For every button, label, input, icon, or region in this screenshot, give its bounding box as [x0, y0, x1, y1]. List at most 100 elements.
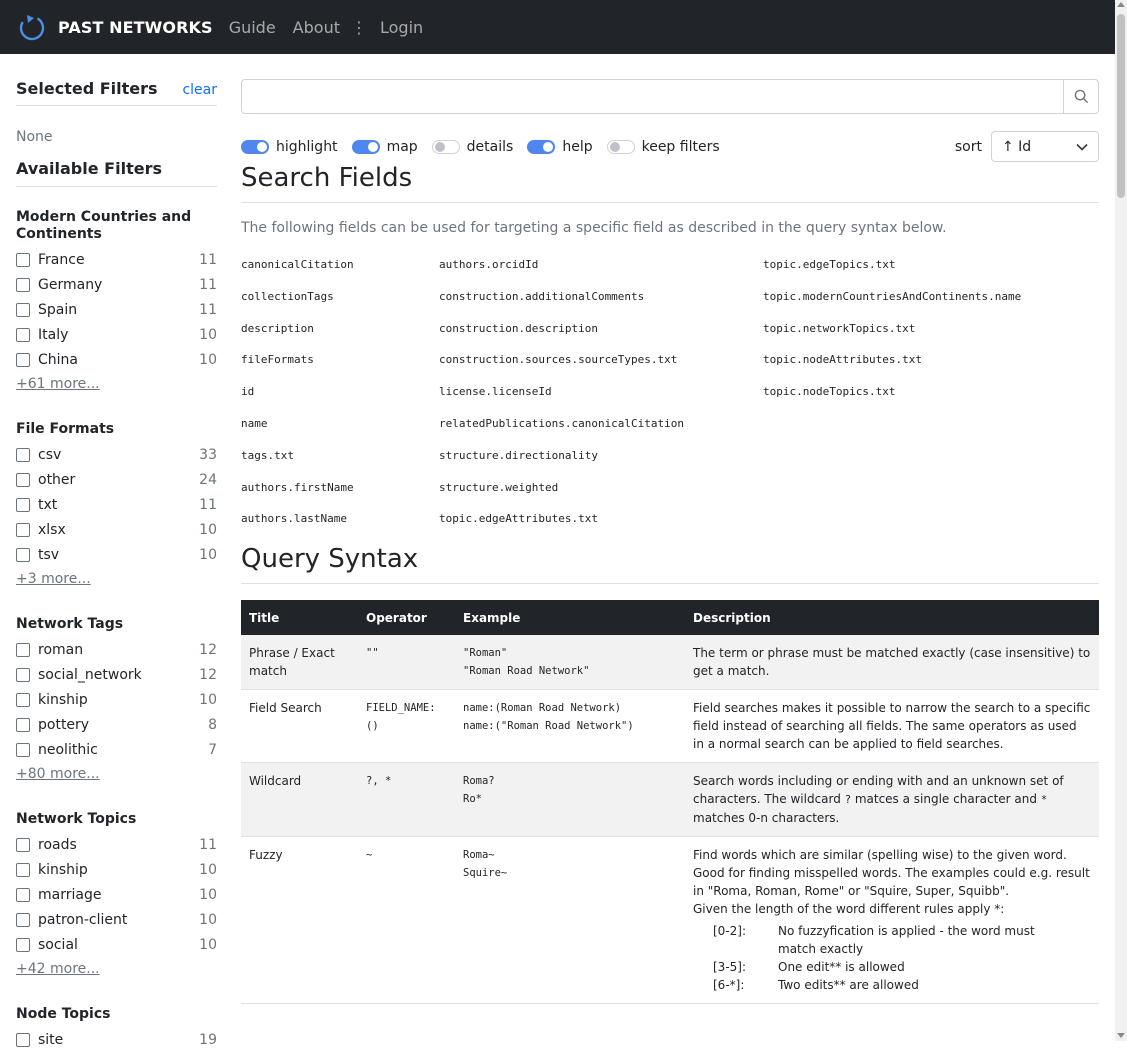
filter-option[interactable]: social 10: [16, 932, 217, 957]
show-more-link[interactable]: +42 more...: [16, 957, 217, 982]
clear-filters-link[interactable]: clear: [182, 82, 217, 98]
filter-checkbox[interactable]: [16, 1032, 30, 1047]
toggle-map[interactable]: map: [351, 139, 418, 155]
filter-option[interactable]: China 10: [16, 347, 217, 372]
search-field-name: authors.lastName: [241, 512, 347, 526]
toggle-switch[interactable]: [241, 139, 269, 154]
filter-checkbox[interactable]: [16, 692, 30, 707]
query-syntax-table: Title Operator Example Description Phras…: [241, 600, 1099, 1005]
search-field-name: topic.nodeTopics.txt: [763, 385, 896, 399]
search-field-name: topic.nodeAttributes.txt: [763, 353, 922, 367]
show-more-link[interactable]: +61 more...: [16, 372, 217, 397]
filter-checkbox[interactable]: [16, 642, 30, 657]
search-bar: [241, 79, 1099, 114]
syntax-operator: FIELD_NAME:(): [358, 689, 455, 764]
filter-option[interactable]: other 24: [16, 467, 217, 492]
toggle-switch[interactable]: [431, 139, 460, 154]
sort-select[interactable]: ↑ Id: [991, 131, 1099, 162]
search-field-name: topic.modernCountriesAndContinents.name: [763, 289, 1022, 303]
table-row: Field Search FIELD_NAME:() name:(Roman Roa…: [241, 689, 1099, 764]
syntax-example-line: Roma~: [463, 849, 495, 862]
show-more-link[interactable]: +80 more...: [16, 762, 217, 787]
filter-option-count: 11: [199, 496, 217, 513]
syntax-title: Phrase / Exact match: [241, 635, 358, 691]
brand-name[interactable]: PAST NETWORKS: [58, 18, 213, 37]
filter-checkbox[interactable]: [16, 522, 30, 537]
selected-filters-title: Selected Filters: [16, 79, 158, 98]
description-text: Field searches makes it possible to narr…: [693, 701, 1091, 752]
filter-checkbox[interactable]: [16, 252, 30, 267]
filter-checkbox[interactable]: [16, 472, 30, 487]
filter-checkbox[interactable]: [16, 277, 30, 292]
nav-login-link[interactable]: Login: [380, 18, 423, 37]
filter-checkbox[interactable]: [16, 352, 30, 367]
filter-option[interactable]: site 19: [16, 1027, 217, 1052]
scroll-down-arrow-icon[interactable]: [1117, 1033, 1125, 1038]
sort-label: sort: [954, 138, 982, 155]
filter-checkbox[interactable]: [16, 912, 30, 927]
search-field-name: construction.description: [439, 321, 598, 335]
syntax-description: Search words including or ending with an…: [685, 762, 1099, 838]
filter-option[interactable]: Spain 11: [16, 297, 217, 322]
filter-option[interactable]: social_network 12: [16, 662, 217, 687]
filter-checkbox[interactable]: [16, 447, 30, 462]
filter-checkbox[interactable]: [16, 497, 30, 512]
filter-checkbox[interactable]: [16, 302, 30, 317]
filter-option[interactable]: xlsx 10: [16, 517, 217, 542]
search-button[interactable]: [1063, 79, 1099, 114]
scroll-up-arrow-icon[interactable]: [1117, 2, 1125, 7]
filter-option[interactable]: kinship 10: [16, 857, 217, 882]
filter-checkbox[interactable]: [16, 837, 30, 852]
filter-option-count: 10: [199, 861, 217, 878]
filter-option[interactable]: France 11: [16, 247, 217, 272]
filter-checkbox[interactable]: [16, 742, 30, 757]
filter-checkbox[interactable]: [16, 327, 30, 342]
filter-option[interactable]: marriage 10: [16, 882, 217, 907]
search-field-name: authors.orcidId: [439, 258, 539, 271]
search-field-name: topic.edgeAttributes.txt: [439, 512, 598, 526]
nav-guide-link[interactable]: Guide: [229, 18, 276, 37]
nav-more-icon[interactable]: ⋮: [351, 18, 367, 37]
search-input[interactable]: [241, 79, 1063, 114]
filter-group-title: Network Tags: [16, 616, 124, 632]
filter-option[interactable]: Italy 10: [16, 322, 217, 347]
filter-option-count: 12: [199, 666, 217, 683]
filter-option[interactable]: tsv 10: [16, 542, 217, 567]
filter-option[interactable]: txt 11: [16, 492, 217, 517]
search-field-name: [763, 512, 1099, 544]
show-more-link[interactable]: +3 more...: [16, 567, 217, 592]
syntax-example: "Roman" "Roman Road Network": [455, 635, 685, 691]
page-scrollbar[interactable]: [1115, 0, 1127, 1041]
scroll-thumb[interactable]: [1117, 14, 1125, 198]
filter-option[interactable]: patron-client 10: [16, 907, 217, 932]
toggle-switch[interactable]: [527, 139, 556, 154]
filter-option[interactable]: roman 12: [16, 637, 217, 662]
filter-option[interactable]: kinship 10: [16, 687, 217, 712]
filter-option[interactable]: csv 33: [16, 442, 217, 467]
filter-option[interactable]: Germany 11: [16, 272, 217, 297]
filter-checkbox[interactable]: [16, 887, 30, 902]
filter-checkbox[interactable]: [16, 937, 30, 952]
filter-option[interactable]: pottery 8: [16, 712, 217, 737]
filter-checkbox[interactable]: [16, 717, 30, 732]
filter-option-count: 10: [199, 691, 217, 708]
filter-option-count: 11: [199, 276, 217, 293]
toggle-help[interactable]: help: [527, 139, 593, 155]
toggle-details[interactable]: details: [431, 139, 513, 155]
filter-option-count: 10: [199, 326, 217, 343]
filter-option-label: Spain: [38, 301, 78, 318]
refresh-logo-icon[interactable]: [17, 12, 47, 42]
filter-checkbox[interactable]: [16, 667, 30, 682]
filter-checkbox[interactable]: [16, 862, 30, 877]
filter-option-label: kinship: [38, 861, 88, 878]
toggle-switch[interactable]: [606, 139, 635, 154]
nav-about-link[interactable]: About: [293, 18, 340, 37]
available-filters-title: Available Filters: [16, 159, 217, 187]
syntax-example-line: "Roman Road Network": [463, 665, 590, 678]
filter-option[interactable]: neolithic 7: [16, 737, 217, 762]
filter-option[interactable]: roads 11: [16, 832, 217, 857]
toggle-highlight[interactable]: highlight: [241, 139, 338, 155]
toggle-keep-filters[interactable]: keep filters: [606, 139, 720, 155]
filter-checkbox[interactable]: [16, 547, 30, 562]
toggle-switch[interactable]: [351, 139, 380, 154]
